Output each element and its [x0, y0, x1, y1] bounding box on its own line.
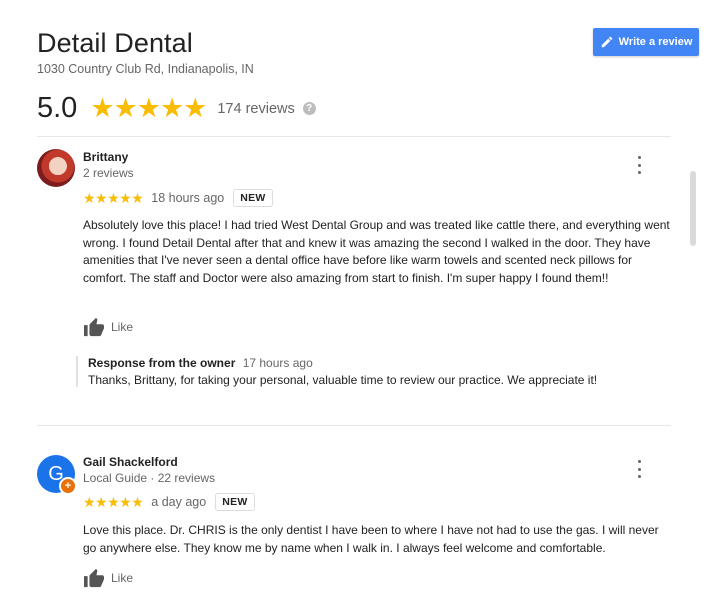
reviewer-name[interactable]: Gail Shackelford	[83, 455, 178, 469]
review-stars: ★★★★★	[83, 493, 144, 510]
reviewer-meta: Local Guide · 22 reviews	[83, 471, 216, 485]
header-divider	[37, 136, 671, 137]
help-icon[interactable]: ?	[302, 102, 316, 115]
reviewer-name[interactable]: Brittany	[83, 150, 128, 164]
review-text: Love this place. Dr. CHRIS is the only d…	[83, 523, 659, 555]
new-badge: NEW	[215, 493, 255, 511]
rating-stars: ★★★★★	[90, 93, 207, 123]
write-review-button[interactable]: Write a review	[593, 28, 699, 56]
review-time: a day ago	[151, 495, 207, 509]
more-options-icon[interactable]	[632, 460, 646, 478]
like-button[interactable]: Like	[83, 568, 133, 588]
rating-value: 5.0	[37, 92, 78, 124]
owner-response-title: Response from the owner	[88, 356, 236, 370]
review-stars: ★★★★★	[83, 189, 144, 206]
more-options-icon[interactable]	[632, 156, 646, 174]
review-divider	[37, 425, 671, 426]
thumbs-up-icon	[84, 568, 104, 588]
review-text: Absolutely love this place! I had tried …	[83, 218, 670, 285]
local-guide-badge-icon: +	[59, 477, 77, 495]
pencil-icon	[601, 36, 612, 48]
thumbs-up-icon	[84, 317, 104, 337]
rating-summary: 5.0 ★★★★★ 174 reviews ?	[37, 92, 316, 125]
owner-response-time: 17 hours ago	[242, 356, 313, 370]
review-rating-row: ★★★★★ 18 hours ago NEW	[83, 189, 273, 207]
business-name: Detail Dental	[37, 28, 193, 58]
new-badge: NEW	[233, 189, 273, 207]
business-address: 1030 Country Club Rd, Indianapolis, IN	[37, 62, 254, 76]
owner-response: Response from the owner 17 hours ago Tha…	[76, 356, 668, 387]
owner-response-text: Thanks, Brittany, for taking your person…	[88, 373, 598, 387]
like-label: Like	[111, 320, 134, 334]
review-time: 18 hours ago	[151, 191, 225, 205]
review-rating-row: ★★★★★ a day ago NEW	[83, 493, 255, 511]
write-review-label: Write a review	[618, 36, 693, 48]
review-count-link[interactable]: 174 reviews	[217, 101, 294, 117]
like-label: Like	[111, 571, 134, 585]
reviewer-meta: 2 reviews	[83, 166, 134, 180]
like-button[interactable]: Like	[83, 317, 133, 337]
scrollbar[interactable]	[690, 171, 696, 246]
reviewer-avatar[interactable]	[37, 149, 75, 187]
